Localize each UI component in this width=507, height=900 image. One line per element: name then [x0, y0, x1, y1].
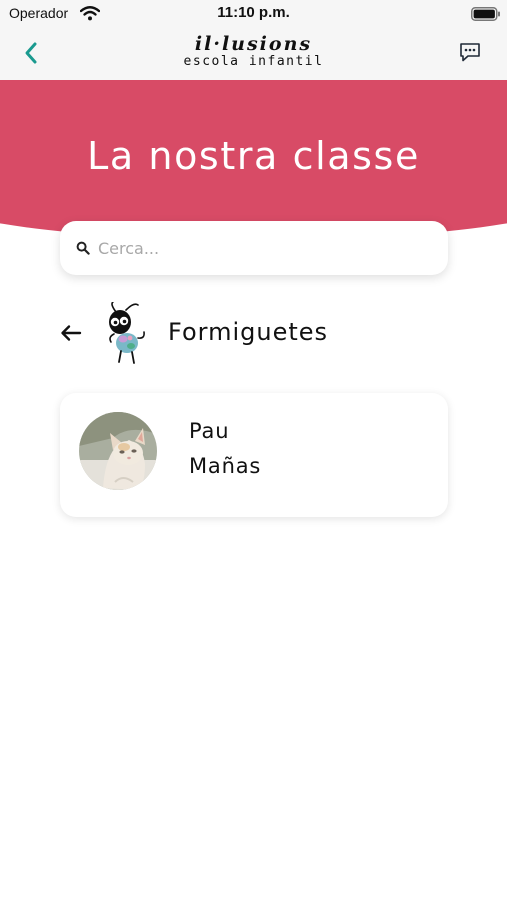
avatar	[79, 412, 157, 490]
arrow-left-icon[interactable]	[60, 323, 82, 343]
class-group-header: Formiguetes	[0, 300, 507, 370]
chat-bubble-icon[interactable]	[458, 40, 482, 64]
cat-photo	[79, 412, 157, 490]
page-title: La nostra classe	[87, 134, 420, 178]
student-last-name: Mañas	[189, 454, 262, 478]
battery-icon	[471, 7, 500, 21]
status-bar: Operador 11:10 p.m.	[0, 0, 507, 28]
app-logo: il·lusions escola infantil	[0, 34, 507, 70]
student-card[interactable]: Pau Mañas	[60, 393, 448, 517]
navigation-bar: il·lusions escola infantil	[0, 28, 507, 80]
logo-wordmark: il·lusions	[194, 33, 313, 55]
search-input[interactable]	[98, 234, 428, 262]
class-group-name: Formiguetes	[168, 318, 329, 346]
search-box[interactable]	[60, 221, 448, 275]
ant-mascot-icon	[109, 302, 145, 364]
status-time: 11:10 p.m.	[217, 4, 290, 21]
logo-subtitle: escola infantil	[183, 54, 324, 69]
search-icon	[76, 241, 90, 255]
student-first-name: Pau	[189, 419, 230, 443]
